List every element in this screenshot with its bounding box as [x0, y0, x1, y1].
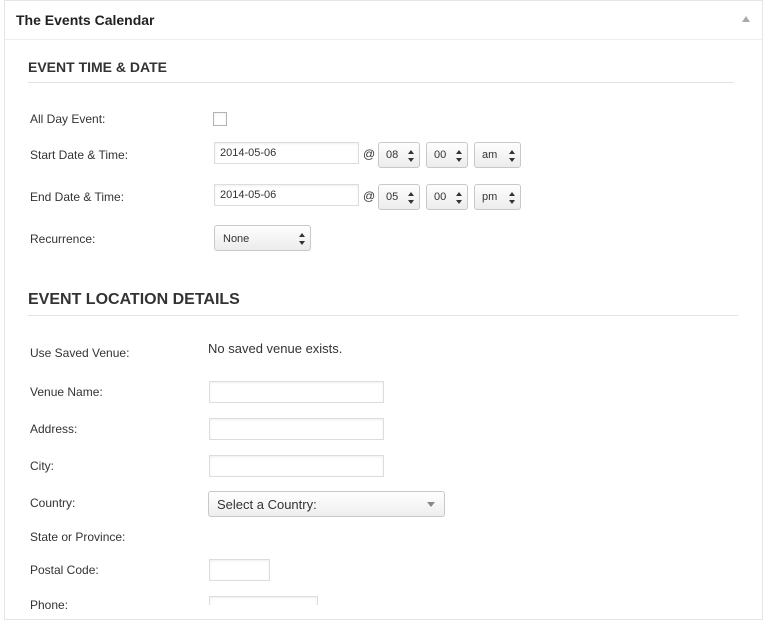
start-date-input[interactable]: 2014-05-06: [214, 142, 359, 164]
start-minute-select[interactable]: 00: [426, 142, 468, 168]
section-divider: [28, 315, 738, 316]
address-input[interactable]: [209, 418, 384, 440]
updown-arrows-icon: [408, 150, 414, 162]
end-hour-value: 05: [386, 191, 399, 203]
postal-code-input[interactable]: [209, 559, 270, 581]
start-date-label: Start Date & Time:: [30, 148, 129, 162]
metabox-title: The Events Calendar: [16, 12, 155, 28]
saved-venue-text: No saved venue exists.: [208, 341, 343, 356]
events-calendar-metabox: The Events Calendar: [4, 0, 763, 620]
all-day-checkbox[interactable]: [213, 112, 227, 126]
saved-venue-label: Use Saved Venue:: [30, 346, 130, 360]
end-minute-value: 00: [434, 191, 447, 203]
all-day-label: All Day Event:: [30, 112, 106, 126]
postal-code-label: Postal Code:: [30, 563, 99, 577]
country-select[interactable]: Select a Country:: [208, 491, 445, 517]
end-date-input[interactable]: 2014-05-06: [214, 184, 359, 206]
end-meridian-value: pm: [482, 191, 498, 203]
start-meridian-value: am: [482, 149, 498, 161]
recurrence-value: None: [223, 233, 250, 245]
section-title-location: EVENT LOCATION DETAILS: [28, 291, 240, 308]
collapse-arrow-icon[interactable]: [742, 16, 750, 22]
start-meridian-select[interactable]: am: [474, 142, 521, 168]
start-hour-select[interactable]: 08: [378, 142, 420, 168]
venue-name-input[interactable]: [209, 381, 384, 403]
updown-arrows-icon: [456, 150, 462, 162]
chevron-down-icon: [427, 502, 435, 507]
venue-name-label: Venue Name:: [30, 385, 103, 399]
end-minute-select[interactable]: 00: [426, 184, 468, 210]
country-label: Country:: [30, 496, 76, 510]
updown-arrows-icon: [509, 150, 515, 162]
end-meridian-select[interactable]: pm: [474, 184, 521, 210]
start-hour-value: 08: [386, 149, 399, 161]
updown-arrows-icon: [299, 233, 305, 245]
start-minute-value: 00: [434, 149, 447, 161]
end-at-sign: @: [363, 189, 376, 203]
section-divider: [28, 82, 734, 83]
city-input[interactable]: [209, 455, 384, 477]
start-at-sign: @: [363, 147, 376, 161]
country-value: Select a Country:: [217, 497, 317, 512]
recurrence-select[interactable]: None: [214, 225, 311, 251]
state-label: State or Province:: [30, 530, 126, 544]
metabox-header[interactable]: The Events Calendar: [5, 1, 762, 40]
end-date-label: End Date & Time:: [30, 190, 125, 204]
end-hour-select[interactable]: 05: [378, 184, 420, 210]
updown-arrows-icon: [456, 192, 462, 204]
city-label: City:: [30, 459, 54, 473]
recurrence-label: Recurrence:: [30, 232, 96, 246]
phone-label: Phone:: [30, 598, 69, 612]
phone-input[interactable]: [209, 596, 318, 605]
address-label: Address:: [30, 422, 78, 436]
updown-arrows-icon: [509, 192, 515, 204]
section-title-time-date: EVENT TIME & DATE: [28, 59, 167, 75]
updown-arrows-icon: [408, 192, 414, 204]
